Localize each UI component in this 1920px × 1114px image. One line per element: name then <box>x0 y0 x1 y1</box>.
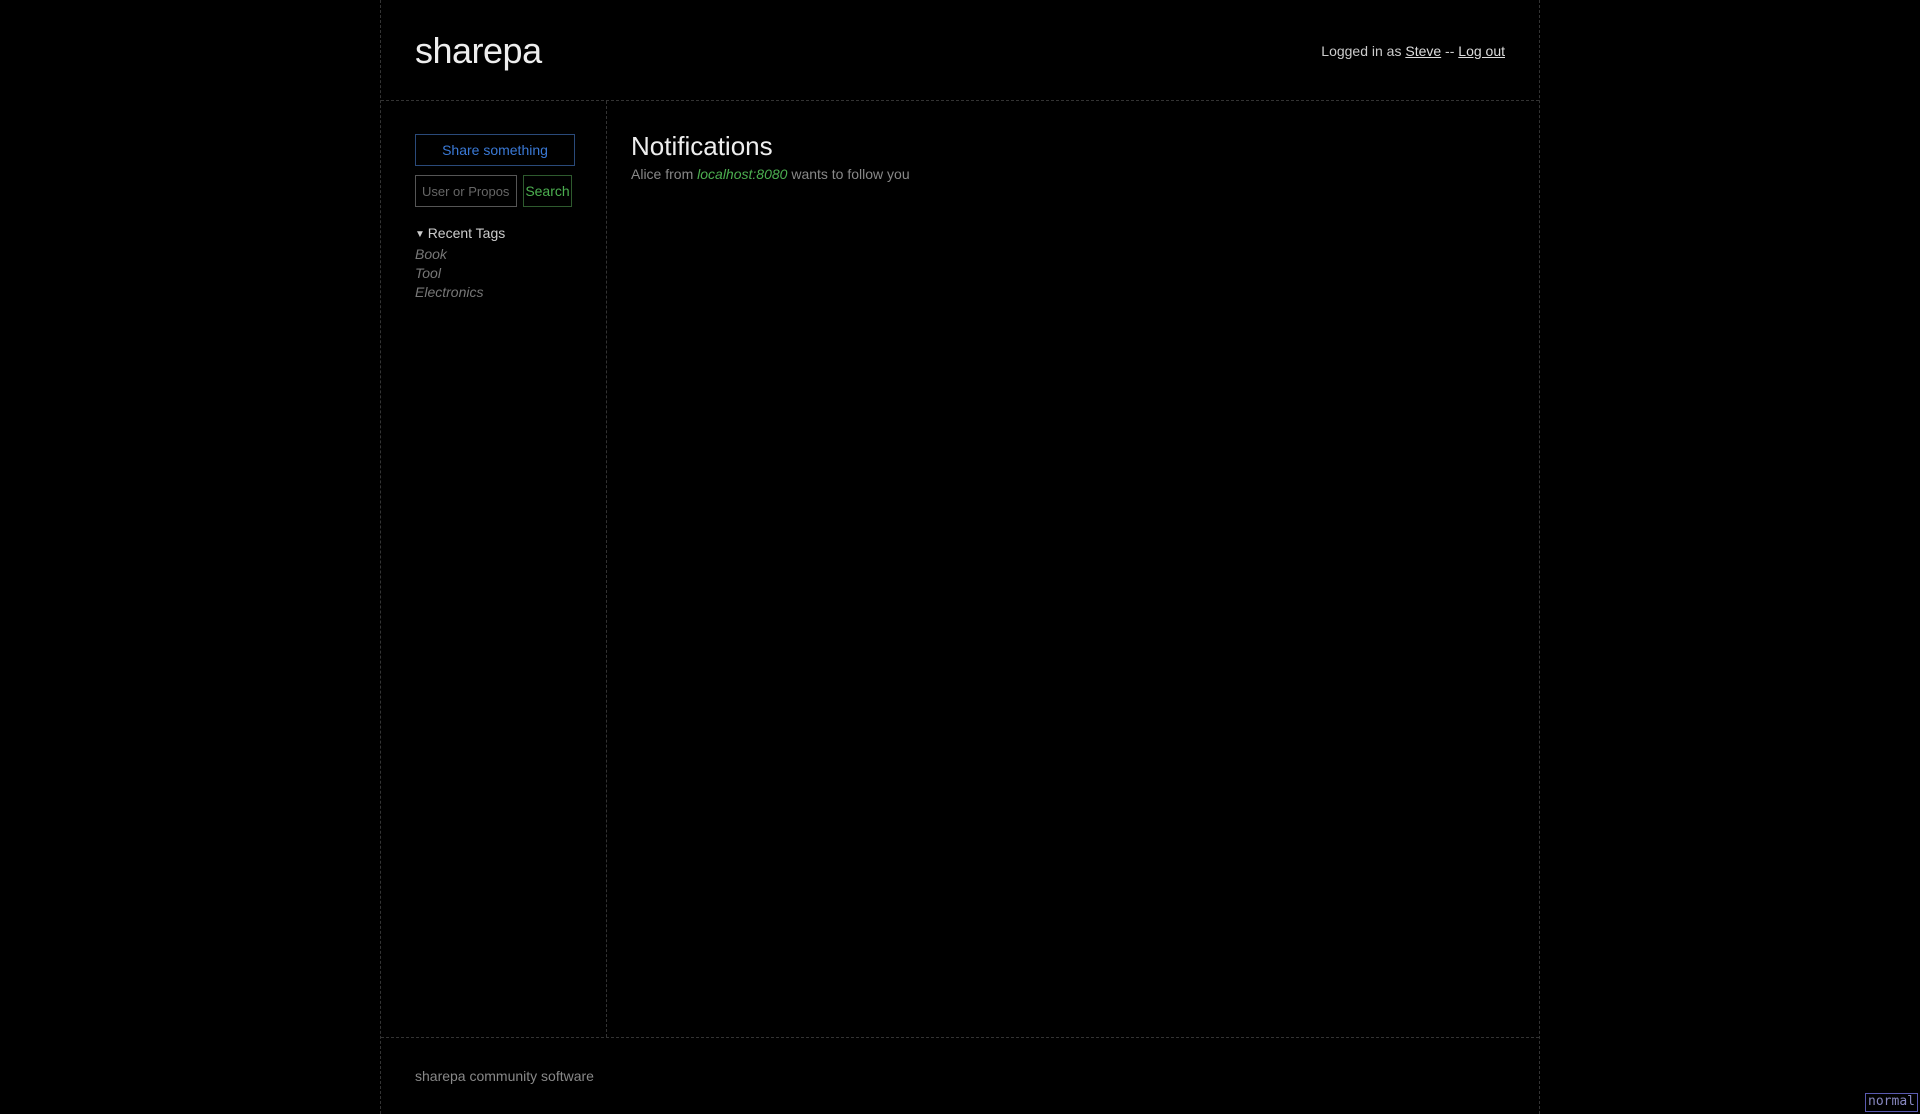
tag-item[interactable]: Tool <box>415 264 572 283</box>
search-input[interactable] <box>415 175 517 207</box>
search-row: Search <box>415 175 572 207</box>
recent-tags-header[interactable]: Recent Tags <box>415 225 572 241</box>
notification-host: localhost:8080 <box>697 166 787 182</box>
main-content: Notifications Alice from localhost:8080 … <box>607 101 1539 1037</box>
notification-user: Alice <box>631 166 661 182</box>
notification-from-word: from <box>661 166 697 182</box>
body-region: Share something Search Recent Tags Book … <box>381 101 1539 1037</box>
notification-item[interactable]: Alice from localhost:8080 wants to follo… <box>631 166 1515 182</box>
logged-in-prefix: Logged in as <box>1321 43 1405 59</box>
share-something-button[interactable]: Share something <box>415 134 575 166</box>
notification-tail: wants to follow you <box>787 166 909 182</box>
search-button[interactable]: Search <box>523 175 572 207</box>
user-info: Logged in as Steve -- Log out <box>1321 43 1505 59</box>
header: sharepa Logged in as Steve -- Log out <box>381 0 1539 101</box>
user-separator: -- <box>1441 43 1458 59</box>
mode-badge: normal <box>1865 1093 1918 1112</box>
logo[interactable]: sharepa <box>415 30 542 72</box>
tag-item[interactable]: Book <box>415 245 572 264</box>
page-title: Notifications <box>631 131 1515 162</box>
username-link[interactable]: Steve <box>1405 43 1441 59</box>
footer-text: sharepa community software <box>415 1068 1505 1084</box>
app-frame: sharepa Logged in as Steve -- Log out Sh… <box>380 0 1540 1114</box>
tag-item[interactable]: Electronics <box>415 283 572 302</box>
logout-link[interactable]: Log out <box>1458 43 1505 59</box>
sidebar: Share something Search Recent Tags Book … <box>381 101 607 1037</box>
footer: sharepa community software <box>381 1037 1539 1114</box>
